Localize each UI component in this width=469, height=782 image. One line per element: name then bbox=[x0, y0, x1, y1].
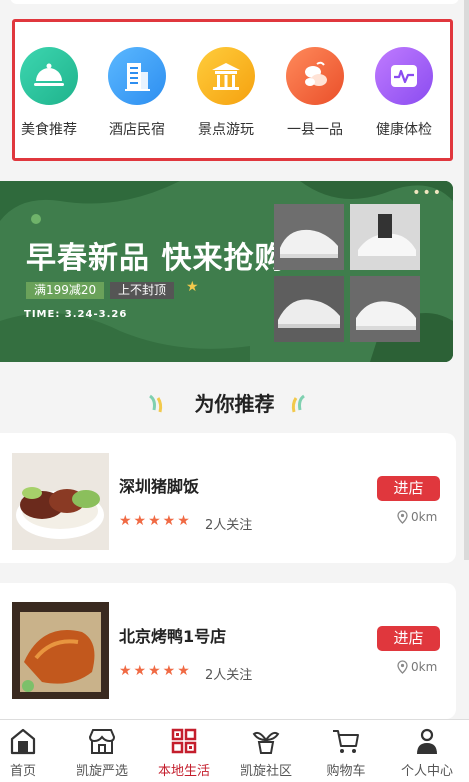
follow-count: 2人关注 bbox=[205, 518, 253, 533]
grid-icon bbox=[171, 728, 197, 754]
tab-label: 首页 bbox=[9, 764, 36, 779]
promo-banner[interactable]: ••• 早春新品 快来抢购 满199减20 上不封顶 ★ TIME: 3.24-… bbox=[0, 181, 453, 362]
distance-value: 0km bbox=[411, 510, 438, 524]
temple-gate-icon bbox=[197, 47, 255, 105]
enter-shop-button[interactable]: 进店 bbox=[377, 626, 440, 651]
health-monitor-icon bbox=[375, 47, 433, 105]
shop-image bbox=[12, 602, 109, 699]
banner-dots: ••• bbox=[412, 185, 443, 201]
category-label: 美食推荐 bbox=[21, 122, 77, 138]
tab-label: 凯旋严选 bbox=[75, 764, 128, 779]
tab-home[interactable]: 首页 bbox=[0, 726, 62, 779]
location-pin-icon bbox=[397, 660, 408, 674]
tab-selection[interactable]: 凯旋严选 bbox=[63, 726, 141, 779]
top-card bbox=[10, 0, 459, 4]
banner-time: TIME: 3.24-3.26 bbox=[24, 309, 128, 320]
category-label: 一县一品 bbox=[287, 122, 343, 138]
no-cap-badge: 上不封顶 bbox=[110, 282, 175, 299]
tab-label: 购物车 bbox=[326, 764, 366, 779]
shop-name: 深圳猪脚饭 bbox=[119, 477, 200, 496]
tab-profile[interactable]: 个人中心 bbox=[388, 726, 466, 779]
shop-name: 北京烤鸭1号店 bbox=[119, 627, 227, 646]
shoe-image bbox=[350, 276, 420, 342]
user-icon bbox=[417, 728, 437, 754]
category-produce[interactable]: 一县一品 bbox=[275, 47, 355, 139]
location-pin-icon bbox=[397, 510, 408, 524]
section-title: 为你推荐 bbox=[194, 392, 275, 416]
tab-community[interactable]: 凯旋社区 bbox=[227, 726, 305, 779]
banner-title: 早春新品 快来抢购 bbox=[26, 241, 286, 276]
leaf-decoration-right bbox=[291, 394, 305, 413]
shop-card[interactable]: 深圳猪脚饭 ★★★★★ 2人关注 进店 0km bbox=[0, 433, 456, 563]
category-label: 酒店民宿 bbox=[109, 122, 165, 138]
home-icon bbox=[10, 728, 36, 755]
cart-icon bbox=[333, 730, 359, 753]
tab-local-life[interactable]: 本地生活 bbox=[145, 726, 223, 779]
plant-pot-icon bbox=[252, 731, 280, 754]
tab-label: 个人中心 bbox=[400, 764, 453, 779]
shoe-image bbox=[274, 276, 344, 342]
tab-label: 凯旋社区 bbox=[239, 764, 292, 779]
rating-stars: ★★★★★ bbox=[119, 513, 192, 529]
enter-shop-button[interactable]: 进店 bbox=[377, 476, 440, 501]
shop-card[interactable]: 北京烤鸭1号店 ★★★★★ 2人关注 进店 0km bbox=[0, 583, 456, 719]
bottom-tab-bar: 首页 凯旋严选 本地生活 凯旋社区 购物车 个人中心 bbox=[0, 719, 469, 782]
category-food[interactable]: 美食推荐 bbox=[9, 47, 89, 139]
category-hotel[interactable]: 酒店民宿 bbox=[97, 47, 177, 139]
shoe-image bbox=[274, 204, 344, 270]
tab-cart[interactable]: 购物车 bbox=[307, 726, 385, 779]
star-icon: ★ bbox=[186, 279, 199, 295]
distance-value: 0km bbox=[411, 660, 438, 674]
rating-stars: ★★★★★ bbox=[119, 663, 192, 679]
category-label: 景点游玩 bbox=[198, 122, 254, 138]
follow-count: 2人关注 bbox=[205, 668, 253, 683]
hotel-building-icon bbox=[108, 47, 166, 105]
category-panel: 美食推荐 酒店民宿 景点游玩 一县一品 健康体检 bbox=[12, 19, 453, 161]
produce-icon bbox=[286, 47, 344, 105]
category-label: 健康体检 bbox=[376, 122, 432, 138]
distance: 0km bbox=[396, 660, 437, 674]
distance: 0km bbox=[396, 510, 437, 524]
discount-badge: 满199减20 bbox=[26, 282, 105, 299]
shoe-image bbox=[350, 204, 420, 270]
tab-label: 本地生活 bbox=[157, 764, 210, 779]
category-scenic[interactable]: 景点游玩 bbox=[186, 47, 266, 139]
storefront-icon bbox=[88, 729, 116, 754]
shop-image bbox=[12, 453, 109, 550]
cloche-icon bbox=[20, 47, 78, 105]
scrollbar[interactable] bbox=[464, 0, 469, 560]
category-health[interactable]: 健康体检 bbox=[364, 47, 444, 139]
